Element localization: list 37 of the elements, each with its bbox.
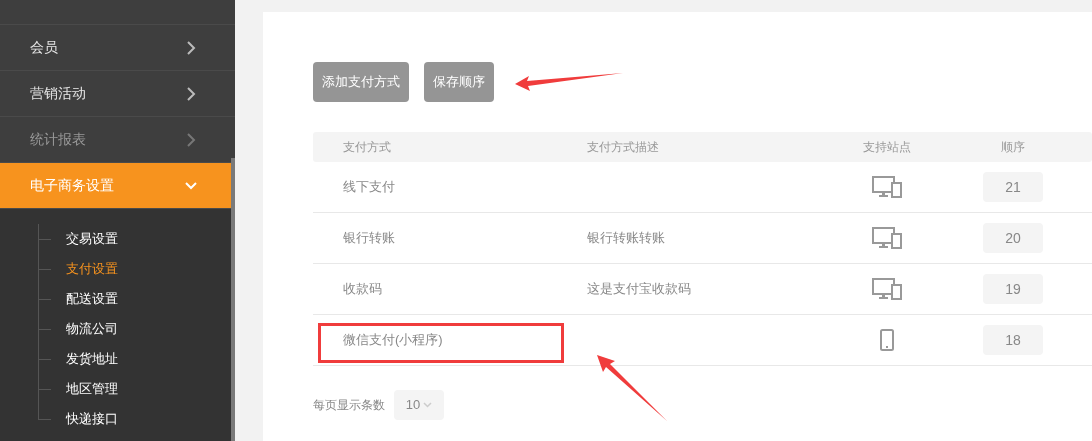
column-header: 支付方式 (342, 139, 392, 156)
sidebar-item[interactable]: 会员 (0, 25, 235, 71)
order-input[interactable]: 21 (983, 172, 1043, 202)
order-input[interactable]: 19 (983, 274, 1043, 304)
table-cell-text: 微信支付(小程序) (342, 331, 444, 350)
order-input[interactable]: 20 (983, 223, 1043, 253)
submenu-item[interactable]: 发货地址 (66, 349, 118, 369)
chevron-down-icon (423, 402, 433, 408)
table-cell: 银行转账转账 (587, 230, 665, 246)
submenu-item[interactable]: 快递接口 (66, 409, 118, 429)
chevron-right-icon (185, 40, 197, 55)
toolbar-button[interactable]: 添加支付方式 (313, 62, 409, 102)
submenu-item[interactable]: 物流公司 (66, 319, 118, 339)
page-size-select[interactable]: 10 (394, 390, 444, 420)
chevron-right-icon (185, 132, 197, 147)
chevron-right-icon (185, 86, 197, 101)
column-header: 顺序 (1000, 139, 1026, 156)
scrollbar[interactable] (231, 158, 235, 441)
column-header: 支持站点 (862, 139, 912, 156)
page-size-label: 每页显示条数 (313, 397, 385, 414)
table-cell-text: 银行转账 (342, 229, 396, 248)
annotation-arrow (597, 355, 669, 423)
table-cell: 这是支付宝收款码 (587, 281, 691, 297)
submenu-item[interactable]: 配送设置 (66, 289, 118, 309)
submenu-item[interactable]: 支付设置 (66, 259, 118, 279)
monitor-and-phone-icon (872, 278, 902, 300)
phone-icon (880, 329, 894, 351)
table-cell-text: 线下支付 (342, 178, 396, 197)
sidebar-item[interactable]: 营销活动 (0, 71, 235, 117)
monitor-and-phone-icon (872, 176, 902, 198)
order-input[interactable]: 18 (983, 325, 1043, 355)
column-header: 支付方式描述 (587, 139, 660, 156)
toolbar-button[interactable]: 保存顺序 (424, 62, 494, 102)
submenu-item[interactable]: 交易设置 (66, 229, 118, 249)
table-cell-text: 收款码 (342, 280, 383, 299)
submenu-item[interactable]: 地区管理 (66, 379, 118, 399)
monitor-and-phone-icon (872, 227, 902, 249)
